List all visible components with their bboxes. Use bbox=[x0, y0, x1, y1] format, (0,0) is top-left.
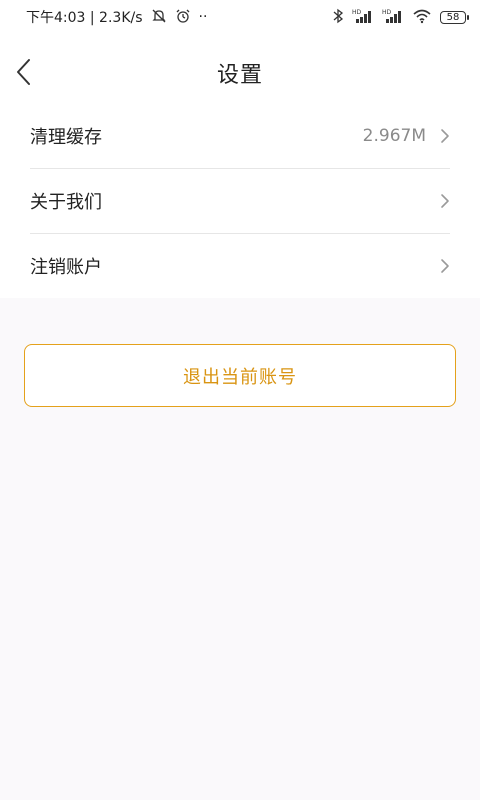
settings-item-right bbox=[440, 258, 450, 274]
chevron-right-icon bbox=[441, 129, 449, 143]
svg-text:HD: HD bbox=[352, 9, 362, 16]
page-title: 设置 bbox=[216, 63, 263, 88]
chevron-right-icon bbox=[441, 194, 449, 208]
status-left: 下午4:03 | 2.3K/s ·· bbox=[26, 7, 207, 27]
chevron-right-icon bbox=[441, 259, 449, 273]
settings-item-label: 注销账户 bbox=[30, 257, 102, 278]
signal-hd-icon: HD bbox=[352, 8, 374, 27]
settings-item-label: 关于我们 bbox=[30, 192, 102, 213]
bluetooth-icon bbox=[332, 8, 344, 27]
nav-header: 设置 bbox=[0, 34, 480, 112]
chevron-left-icon bbox=[17, 59, 30, 85]
logout-button[interactable]: 退出当前账号 bbox=[24, 344, 456, 407]
status-dots: ·· bbox=[198, 9, 208, 25]
settings-item-clear-cache[interactable]: 清理缓存 2.967M bbox=[30, 104, 450, 169]
back-button[interactable] bbox=[14, 56, 34, 88]
settings-list: 清理缓存 2.967M 关于我们 注销账户 bbox=[0, 104, 480, 298]
status-bar: 下午4:03 | 2.3K/s ·· HD HD 58 bbox=[0, 0, 480, 34]
svg-text:HD: HD bbox=[382, 9, 392, 16]
settings-item-right: 2.967M bbox=[363, 126, 450, 146]
cache-size-value: 2.967M bbox=[362, 126, 426, 146]
settings-item-about-us[interactable]: 关于我们 bbox=[30, 169, 450, 234]
battery-level: 58 bbox=[446, 11, 460, 23]
settings-item-label: 清理缓存 bbox=[30, 127, 102, 148]
settings-item-right bbox=[440, 193, 450, 209]
settings-item-delete-account[interactable]: 注销账户 bbox=[30, 234, 450, 298]
mute-icon bbox=[151, 8, 167, 27]
status-right: HD HD 58 bbox=[332, 8, 469, 27]
wifi-icon bbox=[412, 8, 432, 27]
battery-icon: 58 bbox=[440, 10, 469, 24]
status-time-network: 下午4:03 | 2.3K/s bbox=[26, 10, 143, 26]
signal-hd-icon: HD bbox=[382, 8, 404, 27]
alarm-icon bbox=[175, 8, 191, 27]
